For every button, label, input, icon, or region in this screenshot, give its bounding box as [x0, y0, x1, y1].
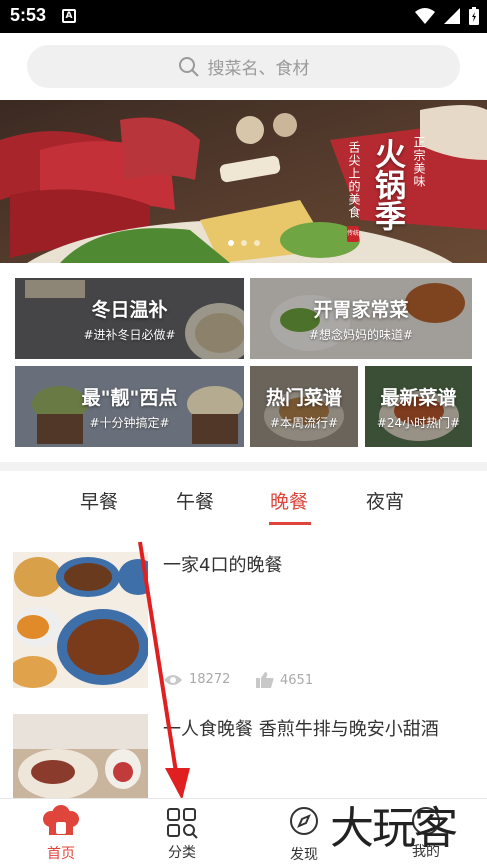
banner-dot[interactable]: [241, 240, 247, 246]
banner-dot[interactable]: [254, 240, 260, 246]
notification-icon: A: [62, 9, 76, 23]
banner-dot[interactable]: [228, 240, 234, 246]
tab-late-night[interactable]: 夜宵: [366, 487, 404, 514]
card-title: 最新菜谱: [380, 386, 457, 409]
card-text: 开胃家常菜 #想念妈妈的味道#: [309, 295, 413, 343]
active-tab-indicator: [269, 522, 311, 525]
banner-title: 火锅季: [369, 138, 405, 231]
card-winter-tonic[interactable]: 冬日温补 #进补冬日必做#: [15, 278, 244, 359]
thumbs-up-icon: [256, 672, 274, 688]
search-bar-container: 搜菜名、食材: [0, 33, 487, 100]
card-title: 冬日温补: [91, 298, 168, 321]
recipe-item[interactable]: 一人食晚餐 香煎牛排与晚安小甜酒: [0, 704, 487, 798]
tab-lunch[interactable]: 午餐: [176, 487, 214, 514]
banner-pagination: [228, 240, 260, 246]
card-text: 最新菜谱 #24小时热门#: [377, 383, 460, 431]
tab-dinner[interactable]: 晚餐: [270, 487, 308, 514]
card-subtitle: #进补冬日必做#: [83, 327, 176, 342]
status-bar: 5:53 A: [0, 0, 487, 33]
banner-seal: 传统: [347, 226, 359, 242]
card-text: 最"靓"西点 #十分钟搞定#: [82, 383, 178, 431]
card-title: 热门菜谱: [265, 386, 342, 409]
card-appetizer-homestyle[interactable]: 开胃家常菜 #想念妈妈的味道#: [250, 278, 472, 359]
banner-subtitle-right: 正宗美味: [412, 136, 426, 188]
card-subtitle: #想念妈妈的味道#: [308, 327, 414, 342]
nav-home-label: 首页: [47, 846, 75, 862]
card-subtitle: #十分钟搞定#: [89, 415, 170, 430]
section-divider: [0, 462, 487, 471]
status-icons: [415, 7, 479, 25]
nav-home[interactable]: 首页: [16, 799, 106, 867]
card-popular-recipes[interactable]: 热门菜谱 #本周流行#: [250, 366, 358, 447]
view-count-value: 18272: [189, 672, 231, 687]
search-icon: [178, 56, 199, 77]
chef-hat-icon: [43, 805, 79, 835]
banner-subtitle-left: 舌尖上的美食: [347, 141, 361, 219]
card-title: 最"靓"西点: [81, 386, 178, 409]
meal-tabs: 早餐 午餐 晚餐 夜宵: [0, 471, 487, 529]
signal-icon: [444, 8, 460, 24]
card-subtitle: #24小时热门#: [376, 415, 461, 430]
hero-banner[interactable]: 火锅季 正宗美味 舌尖上的美食 传统: [0, 100, 487, 263]
battery-icon: [469, 7, 479, 25]
recipe-thumbnail: [13, 552, 148, 688]
status-time: 5:53: [10, 5, 47, 25]
card-best-desserts[interactable]: 最"靓"西点 #十分钟搞定#: [15, 366, 244, 447]
tab-breakfast[interactable]: 早餐: [80, 487, 118, 514]
eye-icon: [164, 674, 182, 685]
card-text: 热门菜谱 #本周流行#: [266, 383, 342, 431]
card-title: 开胃家常菜: [313, 298, 409, 321]
card-newest-recipes[interactable]: 最新菜谱 #24小时热门#: [365, 366, 472, 447]
watermark: 大玩客: [330, 803, 458, 854]
recipe-title: 一家4口的晚餐: [163, 555, 283, 576]
nav-category[interactable]: 分类: [137, 799, 227, 867]
nav-category-label: 分类: [168, 845, 196, 861]
search-placeholder: 搜菜名、食材: [207, 59, 310, 79]
recipe-title: 一人食晚餐 香煎牛排与晚安小甜酒: [163, 719, 439, 740]
recipe-item[interactable]: 一家4口的晚餐 18272 4651: [0, 540, 487, 700]
compass-icon: [290, 807, 318, 835]
view-count: 18272: [163, 672, 230, 687]
recipe-thumbnail: [13, 714, 148, 798]
like-count-value: 4651: [280, 672, 314, 688]
search-input[interactable]: 搜菜名、食材: [27, 45, 460, 88]
grid-icon: [167, 808, 198, 839]
wifi-icon: [415, 8, 435, 24]
card-text: 冬日温补 #进补冬日必做#: [83, 295, 175, 343]
card-subtitle: #本周流行#: [269, 415, 339, 430]
like-count: 4651: [256, 672, 313, 688]
